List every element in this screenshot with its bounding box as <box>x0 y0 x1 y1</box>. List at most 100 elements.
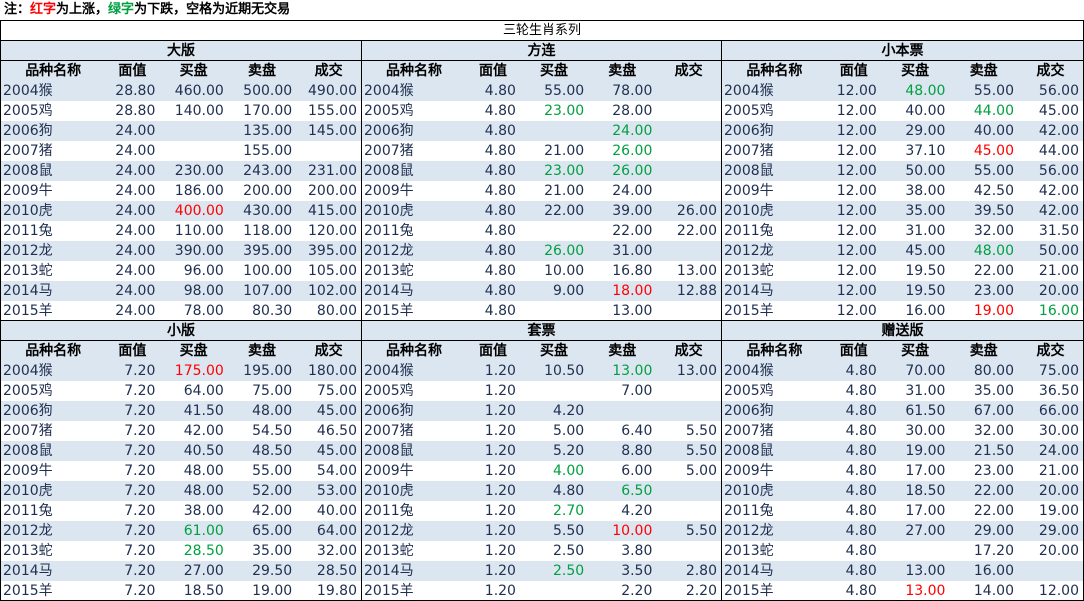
price-cell: 28.80 <box>105 81 160 101</box>
price-cell: 500.00 <box>227 81 297 101</box>
price-cell: 28.50 <box>296 561 361 581</box>
price-cell: 2.80 <box>656 561 721 581</box>
table-row: 2014马 24.00 98.00 107.00 102.00 <box>1 281 361 301</box>
price-cell: 96.00 <box>159 261 228 281</box>
price-cell: 61.50 <box>880 401 950 421</box>
price-cell: 40.00 <box>296 501 361 521</box>
variety-name: 2008鼠 <box>1 161 106 181</box>
price-cell: 395.00 <box>296 241 361 261</box>
price-cell: 4.80 <box>466 181 520 201</box>
price-cell: 24.00 <box>105 221 160 241</box>
variety-name: 2004猴 <box>362 361 467 381</box>
price-cell: 460.00 <box>159 81 228 101</box>
sheet-title: 三轮生肖系列 <box>1 21 1083 41</box>
section-panel: 大版 品种名称 面值 买盘 卖盘 成交 2004猴 28.80 460.00 500.00 490.… <box>1 41 362 321</box>
price-cell: 32.00 <box>296 541 361 561</box>
price-cell <box>656 101 721 121</box>
price-cell: 20.00 <box>1017 541 1083 561</box>
variety-name: 2009牛 <box>1 181 106 201</box>
price-cell: 4.20 <box>588 501 657 521</box>
variety-name: 2007猪 <box>722 141 827 161</box>
table-row: 2012龙 1.20 5.50 10.00 5.50 <box>362 521 721 541</box>
price-cell: 107.00 <box>227 281 297 301</box>
price-cell: 2.20 <box>588 581 657 600</box>
price-cell: 17.20 <box>949 541 1018 561</box>
section-title: 方连 <box>362 41 721 61</box>
price-cell <box>656 481 721 501</box>
price-cell: 19.50 <box>880 261 950 281</box>
price-cell: 4.80 <box>826 421 881 441</box>
price-cell: 400.00 <box>159 201 228 221</box>
legend-note: 注：红字为上涨，绿字为下跌，空格为近期无交易 <box>0 0 1084 20</box>
variety-name: 2008鼠 <box>362 441 467 461</box>
price-cell: 12.00 <box>826 301 881 320</box>
price-cell <box>880 541 950 561</box>
variety-name: 2008鼠 <box>722 441 827 461</box>
price-cell: 17.00 <box>880 501 950 521</box>
price-cell: 5.00 <box>656 461 721 481</box>
variety-name: 2004猴 <box>362 81 467 101</box>
price-cell: 6.50 <box>588 481 657 501</box>
price-cell: 48.00 <box>159 481 228 501</box>
column-header: 买盘 <box>159 61 228 81</box>
table-row: 2008鼠 7.20 40.50 48.50 45.00 <box>1 441 361 461</box>
price-cell: 12.00 <box>826 281 881 301</box>
table-row: 2011兔 1.20 2.70 4.20 <box>362 501 721 521</box>
column-header: 买盘 <box>880 341 950 361</box>
variety-name: 2013蛇 <box>722 261 827 281</box>
variety-name: 2015羊 <box>362 301 467 320</box>
table-row: 2014马 12.00 19.50 23.00 20.00 <box>722 281 1083 301</box>
price-cell <box>656 121 721 141</box>
table-row: 2011兔 4.80 22.00 22.00 <box>362 221 721 241</box>
price-cell: 4.80 <box>826 401 881 421</box>
table-row: 2015羊 24.00 78.00 80.30 80.00 <box>1 301 361 320</box>
table-row: 2005鸡 4.80 31.00 35.00 36.50 <box>722 381 1083 401</box>
price-cell: 155.00 <box>227 141 297 161</box>
table-row: 2014马 4.80 13.00 16.00 <box>722 561 1083 581</box>
table-row: 2005鸡 28.80 140.00 170.00 155.00 <box>1 101 361 121</box>
price-cell: 35.00 <box>227 541 297 561</box>
price-cell: 13.00 <box>880 561 950 581</box>
price-cell: 28.00 <box>588 101 657 121</box>
variety-name: 2010虎 <box>1 201 106 221</box>
price-cell: 4.80 <box>826 581 881 600</box>
price-cell: 67.00 <box>949 401 1018 421</box>
variety-name: 2007猪 <box>1 421 106 441</box>
price-cell: 1.20 <box>466 561 520 581</box>
price-cell: 45.00 <box>949 141 1018 161</box>
price-cell: 16.80 <box>588 261 657 281</box>
table-row: 2011兔 12.00 31.00 32.00 31.50 <box>722 221 1083 241</box>
table-row: 2006狗 24.00 135.00 145.00 <box>1 121 361 141</box>
price-cell <box>159 141 228 161</box>
price-cell: 28.50 <box>159 541 228 561</box>
price-cell: 19.80 <box>296 581 361 600</box>
table-row: 2010虎 1.20 4.80 6.50 <box>362 481 721 501</box>
price-cell: 12.00 <box>826 141 881 161</box>
variety-name: 2010虎 <box>722 481 827 501</box>
column-header: 品种名称 <box>362 61 467 81</box>
price-cell: 24.00 <box>105 161 160 181</box>
price-cell: 21.50 <box>949 441 1018 461</box>
price-cell: 4.80 <box>466 141 520 161</box>
section-title: 大版 <box>1 41 361 61</box>
price-cell: 12.00 <box>826 81 881 101</box>
variety-name: 2009牛 <box>722 181 827 201</box>
variety-name: 2009牛 <box>362 461 467 481</box>
price-cell: 4.80 <box>466 161 520 181</box>
variety-name: 2004猴 <box>1 81 106 101</box>
price-cell: 44.00 <box>1017 141 1083 161</box>
price-cell: 415.00 <box>296 201 361 221</box>
table-row: 2004猴 7.20 175.00 195.00 180.00 <box>1 361 361 381</box>
price-cell: 100.00 <box>227 261 297 281</box>
price-cell: 7.20 <box>105 541 160 561</box>
price-cell: 66.00 <box>1017 401 1083 421</box>
price-cell <box>519 581 589 600</box>
table-row: 2010虎 7.20 48.00 52.00 53.00 <box>1 481 361 501</box>
variety-name: 2013蛇 <box>362 541 467 561</box>
price-cell: 39.50 <box>949 201 1018 221</box>
price-cell <box>519 301 589 320</box>
section-panel: 方连 品种名称 面值 买盘 卖盘 成交 2004猴 4.80 55.00 78.00 2005鸡 4.… <box>362 41 722 321</box>
variety-name: 2006狗 <box>1 401 106 421</box>
variety-name: 2012龙 <box>1 521 106 541</box>
column-header: 卖盘 <box>949 61 1018 81</box>
